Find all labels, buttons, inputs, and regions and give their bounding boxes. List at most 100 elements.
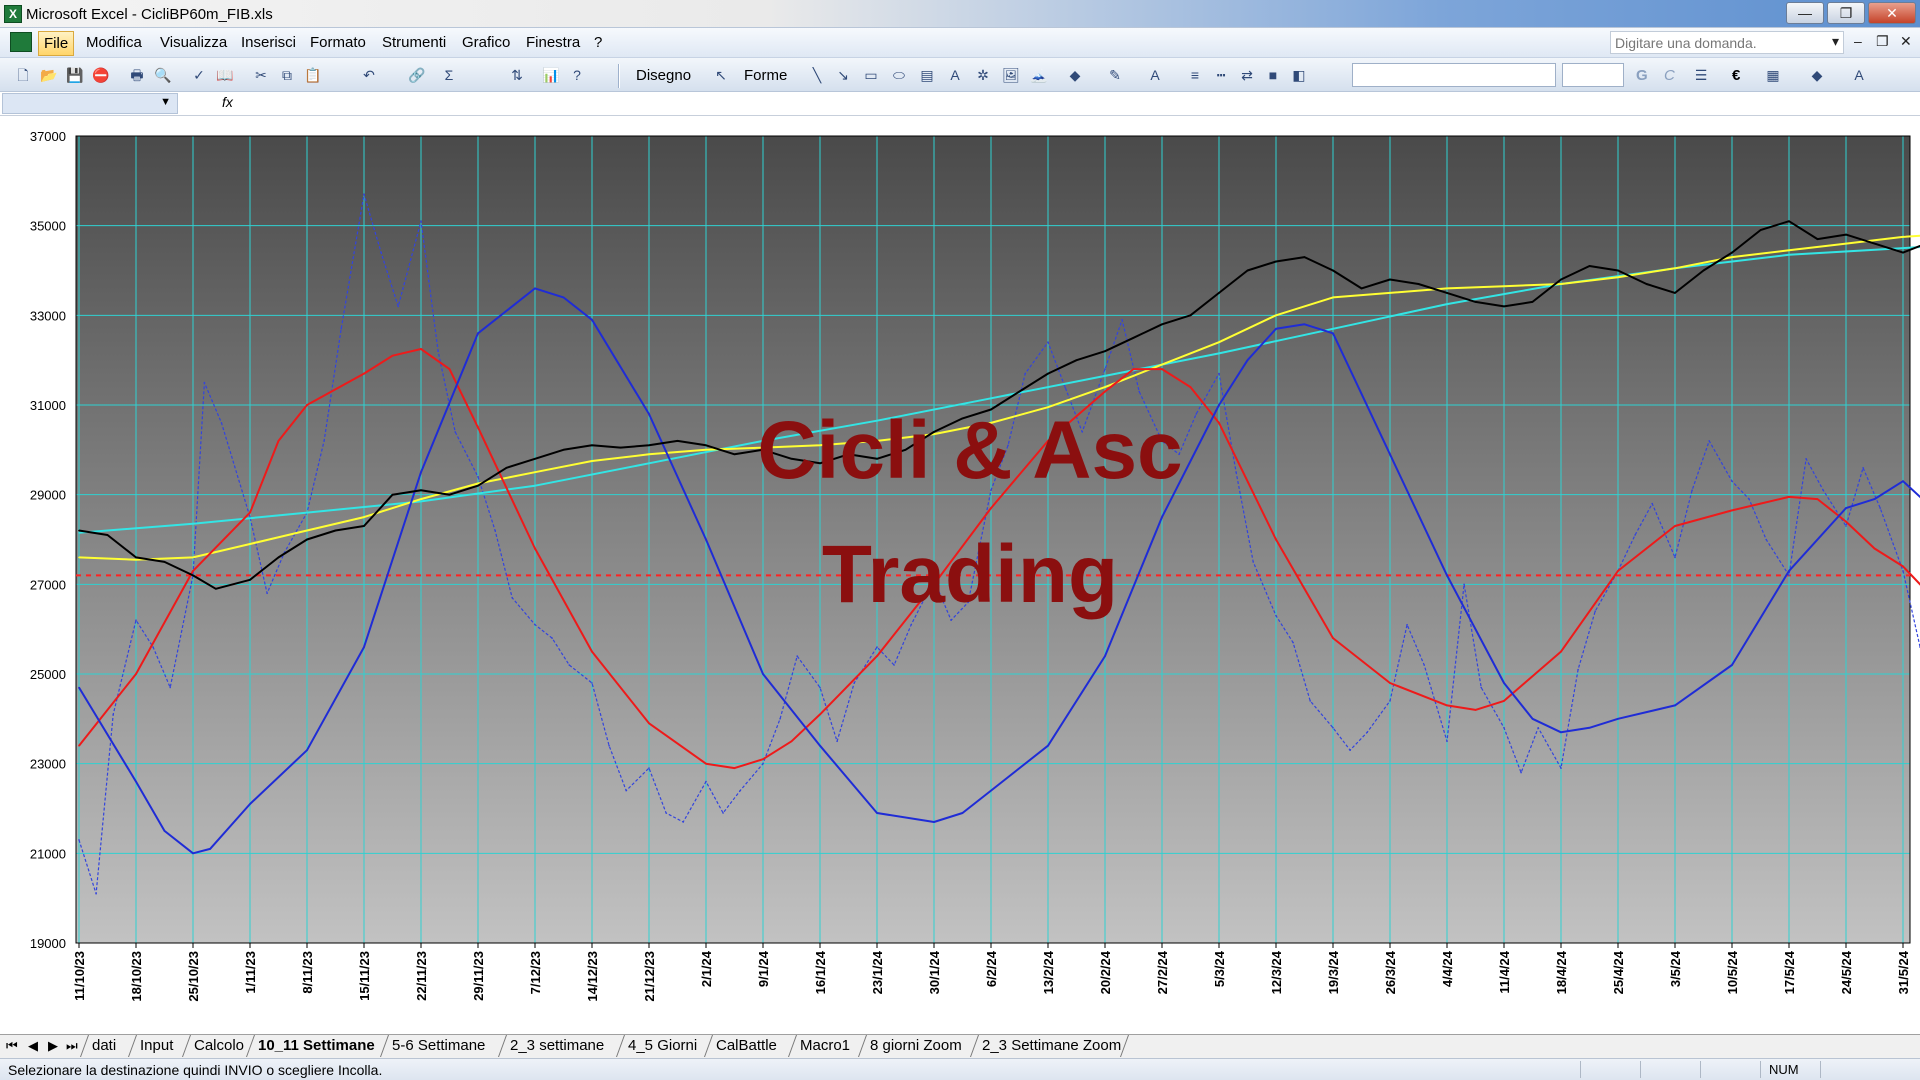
bold-button[interactable]: G <box>1636 67 1648 84</box>
sheet-tab[interactable]: Input <box>140 1037 173 1054</box>
data-point <box>1560 283 1562 285</box>
disegno-menu[interactable]: Disegno <box>636 67 691 84</box>
data-point <box>306 404 308 406</box>
sheet-tab[interactable]: 5-6 Settimane <box>392 1037 485 1054</box>
permission-icon[interactable]: ⛔ <box>92 66 110 84</box>
sheet-tab[interactable]: 2_3 Settimane Zoom <box>982 1037 1121 1054</box>
menu-finestra[interactable]: Finestra <box>526 34 580 51</box>
copy-icon[interactable]: ⧉ <box>278 66 296 84</box>
data-point <box>1446 303 1448 305</box>
last-sheet-icon[interactable]: ⏭ <box>66 1038 78 1054</box>
data-point <box>819 744 821 747</box>
x-tick-label: 7/12/23 <box>528 951 543 994</box>
arrow-icon[interactable]: ↘ <box>834 66 852 84</box>
sheet-tab[interactable]: CalBattle <box>716 1037 777 1054</box>
chevron-down-icon[interactable]: ▼ <box>160 96 171 108</box>
wordart-icon[interactable]: A <box>946 66 964 84</box>
data-point <box>1303 256 1306 258</box>
workbook-icon[interactable] <box>10 32 32 52</box>
oval-icon[interactable]: ⬭ <box>890 66 908 84</box>
italic-button[interactable]: C <box>1664 67 1675 84</box>
excel-icon[interactable]: X <box>4 5 22 23</box>
paste-icon[interactable]: 📋 <box>304 66 322 84</box>
rectangle-icon[interactable]: ▭ <box>862 66 880 84</box>
shadow-icon[interactable]: ■ <box>1264 66 1282 84</box>
menu-visualizza[interactable]: Visualizza <box>160 34 227 51</box>
sheet-tab[interactable]: 8 giorni Zoom <box>870 1037 962 1054</box>
sheet-tab[interactable]: 4_5 Giorni <box>628 1037 697 1054</box>
open-folder-icon[interactable]: 📂 <box>40 66 58 84</box>
menu-inserisci[interactable]: Inserisci <box>241 34 296 51</box>
select-arrow-icon[interactable]: ↖ <box>712 66 730 84</box>
currency-button[interactable]: € <box>1732 67 1740 84</box>
help-icon[interactable]: ? <box>568 66 586 84</box>
close-button[interactable]: ✕ <box>1868 2 1916 24</box>
font-size-combo[interactable] <box>1562 63 1624 87</box>
dash-style-icon[interactable]: ┅ <box>1212 66 1230 84</box>
arrow-style-icon[interactable]: ⇄ <box>1238 66 1256 84</box>
fill-color-icon[interactable]: ◆ <box>1066 66 1084 84</box>
menu-file[interactable]: File <box>38 31 75 56</box>
mdi-minimize-button[interactable]: – <box>1854 33 1862 49</box>
3d-style-icon[interactable]: ◧ <box>1290 66 1308 84</box>
picture-icon[interactable]: 🗻 <box>1030 66 1048 84</box>
data-point <box>705 449 707 451</box>
line-style-icon[interactable]: ≡ <box>1186 66 1204 84</box>
mdi-restore-button[interactable]: ❐ <box>1876 33 1889 50</box>
menu-help[interactable]: ? <box>594 34 602 51</box>
status-cell <box>1700 1061 1760 1078</box>
mdi-close-button[interactable]: ✕ <box>1900 33 1912 50</box>
autosum-icon[interactable]: Σ <box>440 66 458 84</box>
line-color-icon[interactable]: ✎ <box>1106 66 1124 84</box>
line-icon[interactable]: ╲ <box>808 66 826 84</box>
prev-sheet-icon[interactable]: ◀ <box>28 1038 38 1054</box>
forme-menu[interactable]: Forme <box>744 67 787 84</box>
spelling-icon[interactable]: ✓ <box>190 66 208 84</box>
cut-icon[interactable]: ✂ <box>252 66 270 84</box>
clipart-icon[interactable]: 🖼 <box>1002 66 1020 84</box>
data-point <box>1446 574 1448 577</box>
x-tick-label: 27/2/24 <box>1155 950 1170 994</box>
menu-strumenti[interactable]: Strumenti <box>382 34 446 51</box>
data-point <box>306 529 308 532</box>
diagram-icon[interactable]: ✲ <box>974 66 992 84</box>
sort-icon[interactable]: ⇅ <box>508 66 526 84</box>
research-icon[interactable]: 📖 <box>216 66 234 84</box>
data-point <box>477 484 479 487</box>
sheet-tab[interactable]: Calcolo <box>194 1037 244 1054</box>
data-point <box>135 556 137 559</box>
chart-area[interactable]: Cicli & Asc Trading 37000 35000 33000 31000 2… <box>0 116 1920 1034</box>
sheet-tab[interactable]: 10_11 Settimane <box>258 1037 375 1054</box>
restore-button[interactable]: ❐ <box>1827 2 1865 24</box>
fill-bucket-icon[interactable]: ◆ <box>1808 66 1826 84</box>
data-point <box>1161 516 1163 518</box>
chevron-down-icon[interactable]: ▾ <box>1832 33 1839 50</box>
tab-separator <box>79 1035 90 1057</box>
font-color-icon[interactable]: A <box>1146 66 1164 84</box>
sheet-tab[interactable]: Macro1 <box>800 1037 850 1054</box>
menu-grafico[interactable]: Grafico <box>462 34 510 51</box>
minimize-button[interactable]: — <box>1786 2 1824 24</box>
save-icon[interactable]: 💾 <box>66 66 84 84</box>
chart-wizard-icon[interactable]: 📊 <box>542 66 560 84</box>
borders-icon[interactable]: ▦ <box>1764 66 1782 84</box>
sheet-tab[interactable]: 2_3 settimane <box>510 1037 604 1054</box>
print-icon[interactable]: 🖶 <box>128 66 146 84</box>
next-sheet-icon[interactable]: ▶ <box>48 1038 58 1054</box>
font-name-combo[interactable] <box>1352 63 1556 87</box>
first-sheet-icon[interactable]: ⏮ <box>6 1038 18 1054</box>
chart[interactable]: Cicli & Asc Trading 37000 35000 33000 31000 2… <box>0 116 1920 1034</box>
align-icon[interactable]: ☰ <box>1692 66 1710 84</box>
menu-formato[interactable]: Formato <box>310 34 366 51</box>
text-color-icon[interactable]: A <box>1850 66 1868 84</box>
sheet-tab[interactable]: dati <box>92 1037 116 1054</box>
menu-modifica[interactable]: Modifica <box>86 34 142 51</box>
new-file-icon[interactable]: 🗋 <box>14 66 32 84</box>
insert-function-button[interactable]: fx <box>222 94 233 110</box>
name-box[interactable]: ▼ <box>2 93 178 114</box>
textbox-icon[interactable]: ▤ <box>918 66 936 84</box>
undo-icon[interactable]: ↶ <box>360 66 378 84</box>
print-preview-icon[interactable]: 🔍 <box>154 66 172 84</box>
ask-question-input[interactable]: Digitare una domanda. <box>1610 31 1844 54</box>
hyperlink-icon[interactable]: 🔗 <box>408 66 426 84</box>
